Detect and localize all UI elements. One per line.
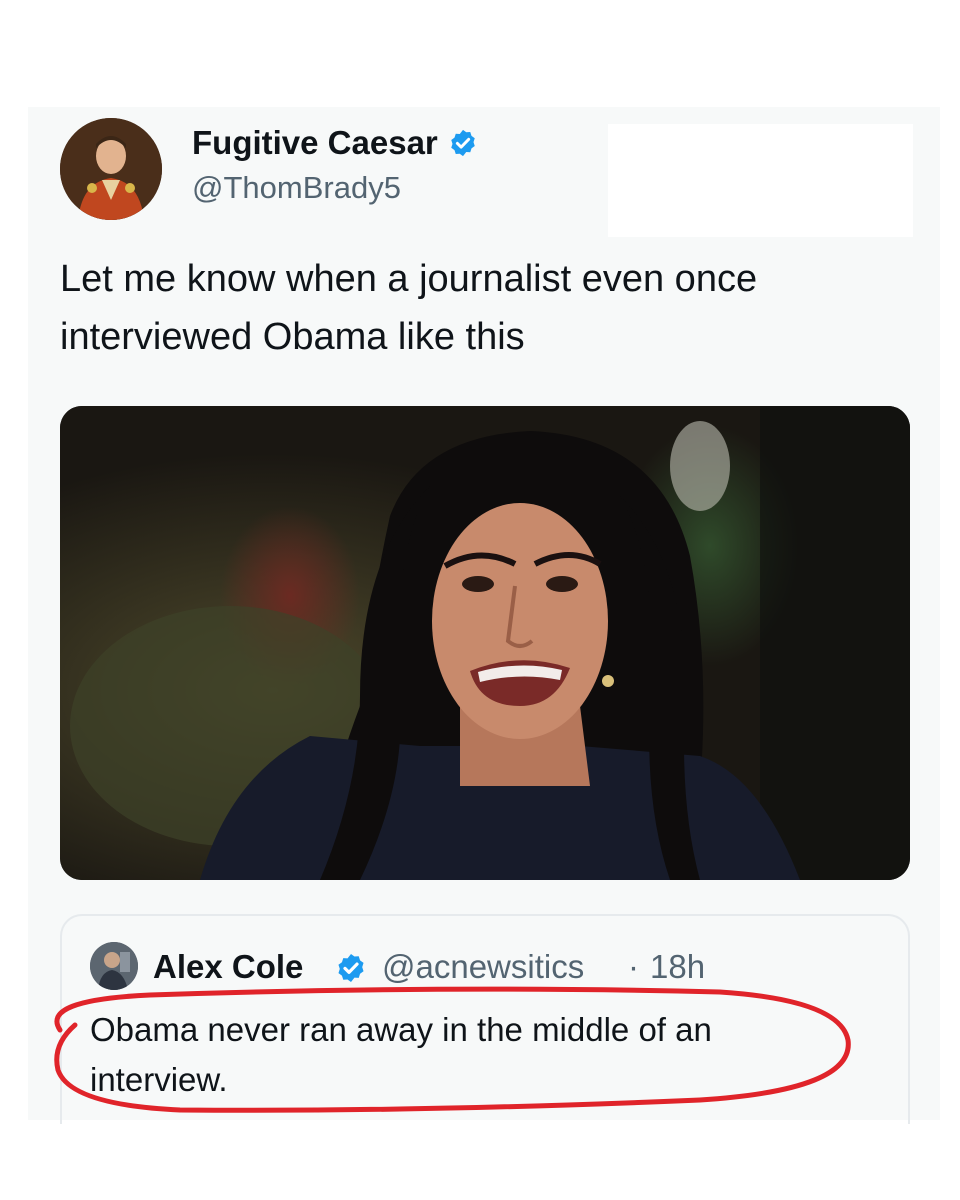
author-handle[interactable]: @ThomBrady5: [192, 170, 401, 206]
author-name-row[interactable]: Fugitive Caesar: [192, 124, 478, 162]
quoted-timestamp[interactable]: 18h: [650, 948, 705, 986]
quoted-verified-badge-icon: [338, 954, 364, 982]
author-avatar[interactable]: [60, 118, 162, 220]
avatar-portrait-icon: [60, 118, 162, 220]
quoted-separator: ·: [628, 948, 639, 985]
quoted-author-avatar[interactable]: [90, 942, 138, 990]
tweet-media-image[interactable]: [60, 406, 910, 880]
quoted-author-name[interactable]: Alex Cole: [153, 948, 303, 986]
redaction-box: [608, 124, 913, 237]
photo-woman-speaking-icon: [60, 406, 910, 880]
tweet-text: Let me know when a journalist even once …: [60, 258, 758, 358]
quoted-tweet-text: Obama never ran away in the middle of an…: [90, 1011, 712, 1098]
quoted-avatar-icon: [90, 942, 138, 990]
verified-badge-icon: [451, 129, 475, 157]
author-display-name[interactable]: Fugitive Caesar: [192, 124, 438, 162]
quoted-author-handle[interactable]: @acnewsitics: [382, 948, 584, 986]
